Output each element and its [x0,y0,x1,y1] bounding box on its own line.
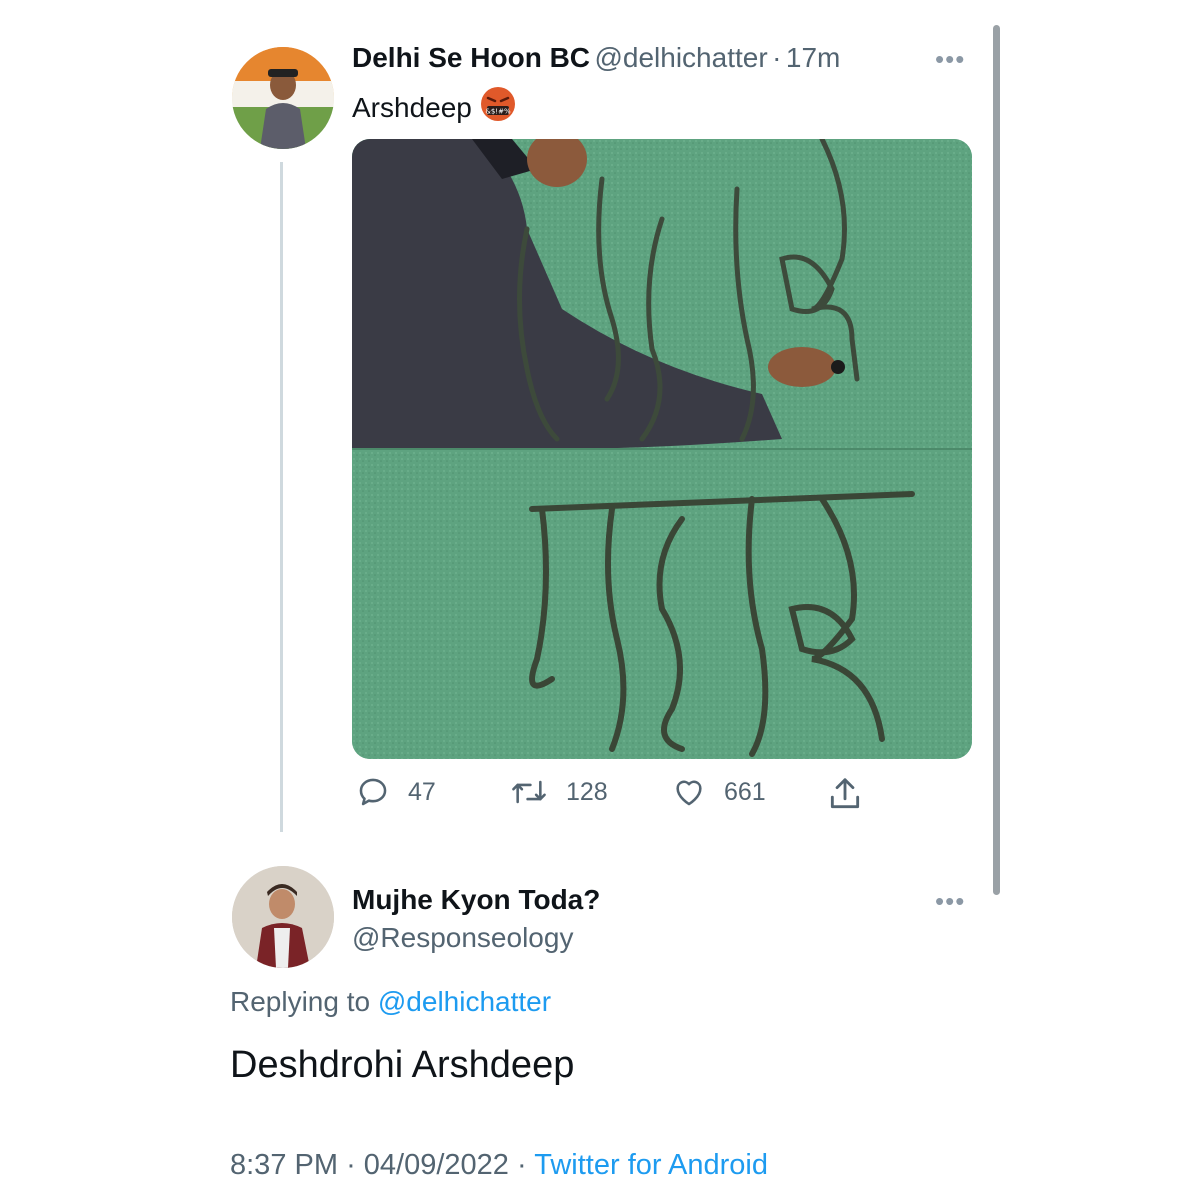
reply-author-avatar[interactable] [232,866,334,968]
reply-text: Deshdrohi Arshdeep [230,1044,575,1086]
header-separator: · [772,42,782,73]
tweet-text: Arshdeep [352,91,472,123]
reply-action[interactable]: 47 [356,775,436,809]
reply-source-link[interactable]: Twitter for Android [534,1149,768,1181]
angry-face-symbols-icon: &$!#% [480,86,516,129]
like-count: 661 [724,777,766,806]
replying-to-line: Replying to @delhichatter [230,986,551,1018]
replying-to-prefix: Replying to [230,986,371,1017]
avatar-portrait-icon [232,866,334,968]
scrollbar[interactable] [993,25,1000,895]
tweet-header: Delhi Se Hoon BC @delhichatter · 17m [352,42,840,74]
author-avatar[interactable] [232,47,334,149]
reply-author-handle[interactable]: @Responseology [352,922,573,954]
meta-separator: · [517,1149,527,1181]
like-action[interactable]: 661 [672,775,766,809]
avatar-portrait-icon [232,47,334,149]
share-icon [830,778,860,809]
retweet-icon [512,780,546,804]
reply-more-options-icon[interactable]: ••• [935,888,965,914]
thread-connector-line [280,162,283,832]
reply-bubble-icon [359,778,387,806]
retweet-count: 128 [566,777,608,806]
reply-author-display-name[interactable]: Mujhe Kyon Toda? [352,884,600,916]
share-button[interactable] [826,775,864,818]
reply-time[interactable]: 8:37 PM [230,1149,338,1181]
author-handle[interactable]: @delhichatter [594,42,767,73]
tweet-media-image[interactable] [352,139,972,759]
svg-text:&$!#%: &$!#% [485,108,511,116]
reply-date[interactable]: 04/09/2022 [364,1149,509,1181]
more-options-icon[interactable]: ••• [935,46,965,72]
replying-to-handle-link[interactable]: @delhichatter [378,986,551,1017]
reply-metadata: 8:37 PM · 04/09/2022 · Twitter for Andro… [230,1149,768,1182]
author-display-name[interactable]: Delhi Se Hoon BC [352,42,590,73]
reply-count: 47 [408,777,436,806]
meta-separator: · [346,1149,356,1181]
wall-writing-photo [352,139,972,759]
tweet-timestamp[interactable]: 17m [786,42,840,73]
retweet-action[interactable]: 128 [510,775,608,809]
tweet-text-row: Arshdeep &$!#% [352,86,516,129]
heart-icon [676,780,702,806]
